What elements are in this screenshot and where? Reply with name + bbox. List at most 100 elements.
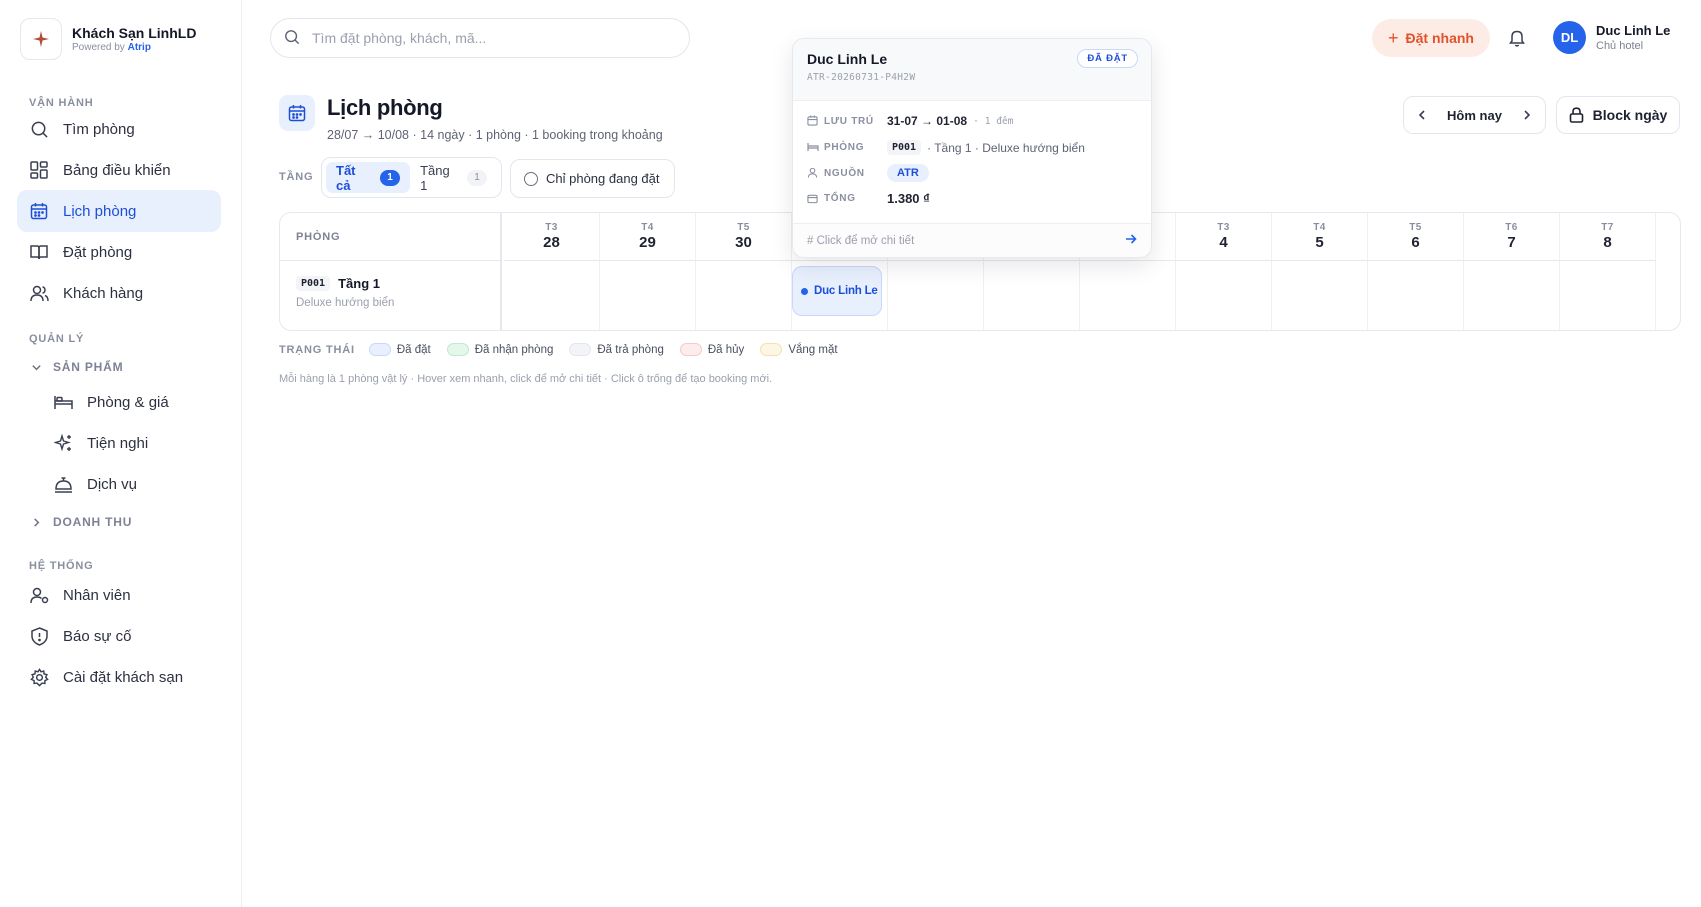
sidebar-item-label: Tìm phòng <box>63 120 135 138</box>
room-type: Deluxe hướng biển <box>296 297 395 309</box>
sidebar-group-revenue[interactable]: DOANH THU <box>29 515 132 529</box>
sidebar-item-services[interactable]: Dịch vụ <box>41 463 221 505</box>
users-icon <box>29 283 49 303</box>
only-booked-label: Chỉ phòng đang đặt <box>546 171 660 186</box>
sidebar-item-label: Nhân viên <box>63 586 131 604</box>
room-row-header[interactable]: P001 Tầng 1 Deluxe hướng biển <box>280 261 502 330</box>
day-header: T6 7 <box>1464 213 1560 261</box>
search-box[interactable] <box>270 18 690 58</box>
legend-item: Đã nhận phòng <box>446 343 554 356</box>
grid-hint: Mỗi hàng là 1 phòng vật lý · Hover xem n… <box>279 373 773 385</box>
booking-block[interactable]: Duc Linh Le <box>792 266 882 316</box>
popover-booking-code: ATR-20260731-P4H2W <box>807 72 916 83</box>
day-of-week: T4 <box>1313 222 1326 233</box>
only-booked-toggle[interactable]: Chỉ phòng đang đặt <box>510 159 675 198</box>
sidebar-item-label: Cài đặt khách sạn <box>63 668 184 686</box>
sidebar-group-label: DOANH THU <box>53 515 133 529</box>
day-cell[interactable] <box>504 261 600 330</box>
day-cell[interactable] <box>1368 261 1464 330</box>
user-menu[interactable]: DL Duc Linh Le Chủ hotel <box>1553 21 1670 54</box>
day-of-week: T3 <box>1217 222 1230 233</box>
booking-popover[interactable]: Duc Linh Le ATR-20260731-P4H2W ĐÃ ĐẶT LƯ… <box>792 38 1152 258</box>
sidebar-item-rooms-prices[interactable]: Phòng & giá <box>41 381 221 423</box>
floor-filter-all[interactable]: Tất cả 1 <box>326 162 411 193</box>
chevron-down-icon <box>29 360 43 374</box>
search-icon <box>29 119 49 139</box>
search-input[interactable] <box>312 30 672 46</box>
day-cell[interactable] <box>696 261 792 330</box>
booking-guest-name: Duc Linh Le <box>814 285 878 297</box>
legend-swatch <box>368 343 391 356</box>
day-cell[interactable] <box>1464 261 1560 330</box>
sidebar-item-booking[interactable]: Đặt phòng <box>17 231 221 273</box>
day-number: 29 <box>639 234 656 251</box>
sidebar-item-amenities[interactable]: Tiện nghi <box>41 422 221 464</box>
legend-swatch <box>760 343 783 356</box>
sidebar-item-calendar[interactable]: Lịch phòng <box>17 190 221 232</box>
shield-icon <box>29 626 49 646</box>
day-of-week: T6 <box>1505 222 1518 233</box>
notification-bell-icon[interactable] <box>1505 26 1529 50</box>
sidebar-item-find-room[interactable]: Tìm phòng <box>17 108 221 150</box>
floor-count-badge: 1 <box>467 169 487 186</box>
day-cell[interactable] <box>888 261 984 330</box>
popover-stay-separator: · <box>973 115 979 127</box>
day-number: 6 <box>1411 234 1420 251</box>
sidebar-item-label: Phòng & giá <box>87 393 169 411</box>
popover-total-row: TỔNG 1.380 ₫ <box>807 191 930 206</box>
day-cell[interactable] <box>1176 261 1272 330</box>
lock-icon <box>1569 107 1585 123</box>
brand[interactable]: Khách Sạn LinhLD Powered by Atrip <box>20 18 196 60</box>
sidebar-item-incident[interactable]: Báo sự cố <box>17 615 221 657</box>
hash-icon: # <box>807 234 814 247</box>
status-legend: TRẠNG THÁI Đã đặt Đã nhận phòng Đã trả phò… <box>279 343 854 356</box>
book-icon <box>29 242 49 262</box>
legend-label: Đã nhận phòng <box>474 343 554 356</box>
day-number: 28 <box>543 234 560 251</box>
sidebar-item-staff[interactable]: Nhân viên <box>17 574 221 616</box>
plus-icon: + <box>1388 27 1399 48</box>
sidebar-item-label: Báo sự cố <box>63 627 132 645</box>
day-cell[interactable] <box>1560 261 1656 330</box>
arrow-right-icon[interactable] <box>1125 233 1137 248</box>
day-cell[interactable] <box>1080 261 1176 330</box>
popover-total-value: 1.380 ₫ <box>887 191 930 206</box>
legend-label: Vắng mặt <box>788 343 838 356</box>
day-number: 30 <box>735 234 752 251</box>
wallet-icon <box>807 193 819 205</box>
quick-book-button[interactable]: + Đặt nhanh <box>1372 19 1490 57</box>
block-day-button[interactable]: Block ngày <box>1556 96 1680 134</box>
gear-icon <box>29 667 49 687</box>
sidebar-group-products[interactable]: SẢN PHẨM <box>29 360 123 374</box>
today-button[interactable]: Hôm nay <box>1447 108 1502 123</box>
status-dot <box>801 287 808 295</box>
day-cell[interactable] <box>1272 261 1368 330</box>
sidebar-item-dashboard[interactable]: Bảng điều khiển <box>17 149 221 191</box>
day-header: T3 4 <box>1176 213 1272 261</box>
block-day-label: Block ngày <box>1592 107 1668 123</box>
day-cell[interactable] <box>600 261 696 330</box>
sidebar-item-customers[interactable]: Khách hàng <box>17 272 221 314</box>
popover-footer[interactable]: # Click để mở chi tiết <box>793 223 1151 257</box>
sidebar-item-settings[interactable]: Cài đặt khách sạn <box>17 656 221 698</box>
sidebar-item-label: Khách hàng <box>63 284 144 302</box>
popover-stay-label: LƯU TRÚ <box>824 115 874 127</box>
floor-filter-label: TẦNG <box>279 171 314 183</box>
calendar-icon <box>29 201 49 221</box>
chevron-right-icon[interactable] <box>1517 105 1537 125</box>
status-badge: ĐÃ ĐẶT <box>1077 49 1138 68</box>
popover-total-label: TỔNG <box>824 193 856 204</box>
chevron-left-icon[interactable] <box>1412 105 1432 125</box>
quick-book-label: Đặt nhanh <box>1405 30 1474 46</box>
day-cell[interactable] <box>984 261 1080 330</box>
day-header: T7 8 <box>1560 213 1656 261</box>
day-of-week: T4 <box>641 222 654 233</box>
day-number: 8 <box>1603 234 1612 251</box>
popover-room-label: PHÒNG <box>824 142 865 153</box>
search-icon <box>284 29 302 47</box>
sidebar-item-label: Tiện nghi <box>87 434 149 452</box>
day-header: T4 29 <box>600 213 696 261</box>
popover-room-desc: · Tầng 1 · Deluxe hướng biển <box>927 140 1085 155</box>
legend-swatch <box>446 343 469 356</box>
floor-filter-floor-1[interactable]: Tầng 1 1 <box>410 162 497 193</box>
